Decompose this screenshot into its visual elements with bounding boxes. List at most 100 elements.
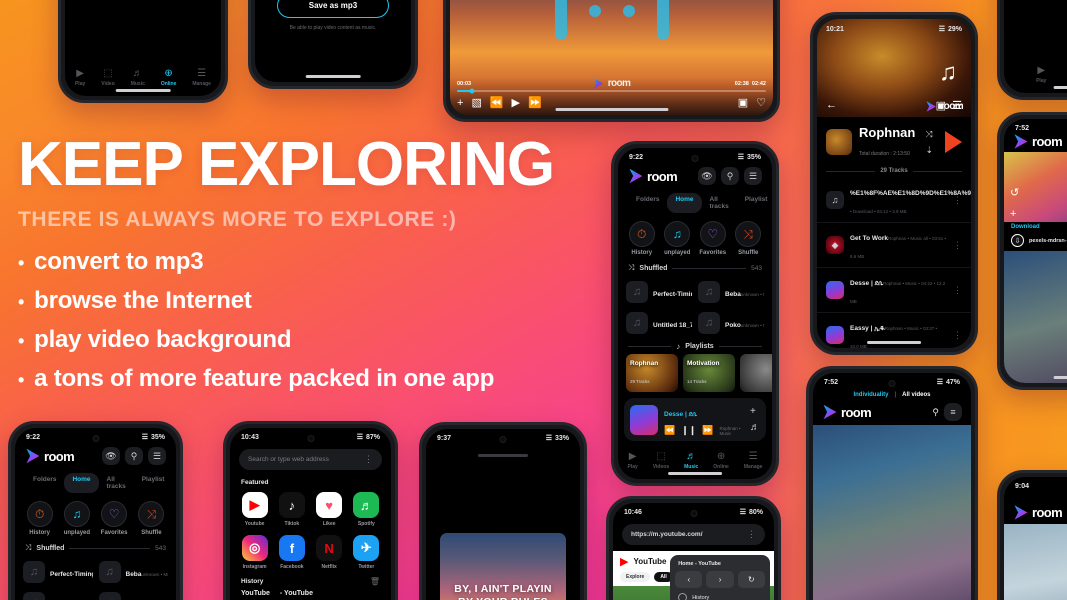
quick-action-history[interactable]: ⏱ History xyxy=(22,501,58,536)
refresh-icon[interactable]: ↺ xyxy=(1010,186,1019,199)
nav-item-manage[interactable]: ☰ Manage xyxy=(744,451,763,470)
nav-item-play[interactable]: ▶ Play xyxy=(1036,65,1046,84)
history-item[interactable]: - YouTube xyxy=(280,590,313,597)
track-row[interactable]: ♫ Bebaunknown • Music all xyxy=(98,558,168,586)
rewind-icon[interactable]: ⏪ xyxy=(490,96,504,109)
menu-icon[interactable]: ☰ xyxy=(744,167,762,185)
equalizer-icon[interactable]: ♬ xyxy=(750,422,760,433)
quick-action-unplayed[interactable]: ♫ unplayed xyxy=(59,501,95,536)
more-icon[interactable]: ⋮ xyxy=(953,195,962,206)
app-shortcut-youtube[interactable]: ▶ Youtube xyxy=(238,492,271,527)
menu-icon[interactable]: ☰ xyxy=(148,447,166,465)
url-input[interactable]: https://m.youtube.com/ xyxy=(631,531,703,538)
quick-action-favorites[interactable]: ♡ Favorites xyxy=(696,221,730,256)
more-icon[interactable]: ⋮ xyxy=(953,330,962,341)
quick-action-shuffle[interactable]: ⤨ Shuffle xyxy=(731,221,765,256)
play-button[interactable] xyxy=(945,131,962,153)
app-shortcut-facebook[interactable]: f Facebook xyxy=(275,535,308,570)
menu-item-history[interactable]: History xyxy=(675,588,765,600)
search-input[interactable]: Search or type web address xyxy=(248,456,329,463)
add-icon[interactable]: + xyxy=(457,97,463,109)
add-icon[interactable]: + xyxy=(750,406,760,417)
tab-all-tracks[interactable]: All tracks xyxy=(702,193,737,213)
quote-video-card[interactable]: BY, I AIN'T PLAYIN BY YOUR RULES xyxy=(440,533,566,600)
nav-item-videos[interactable]: ⬚ Videos xyxy=(653,451,669,470)
save-as-mp3-button[interactable]: Save as mp3 xyxy=(277,0,389,18)
quick-action-unplayed[interactable]: ♫ unplayed xyxy=(660,221,694,256)
eye-off-icon[interactable]: 👁 xyxy=(698,167,716,185)
back-icon[interactable]: ‹ xyxy=(675,571,703,588)
track-row[interactable]: ♫Perfect-Timing_EDGAR • S...unknown • Do… xyxy=(626,278,692,306)
app-shortcut-spotify[interactable]: ♬ Spotify xyxy=(350,492,383,527)
app-shortcut-instagram[interactable]: ◎ Instagram xyxy=(238,535,271,570)
next-icon[interactable]: ⏩ xyxy=(702,425,713,436)
tab-playlist[interactable]: Playlist xyxy=(737,193,772,213)
tab-playlist[interactable]: Playlist xyxy=(134,473,173,493)
video-thumbnail[interactable] xyxy=(813,425,971,600)
mini-player[interactable]: Desse | ደሴ ⏪ ❙❙ ⏩ Rophnan • Music + ♬ xyxy=(624,398,766,441)
search-icon[interactable]: ⚲ xyxy=(125,447,143,465)
track-row[interactable]: ♫Perfect-Timing_EDGAR • S...unknown • Do… xyxy=(23,558,93,586)
track-row[interactable]: ♫Pokounknown • Music all xyxy=(98,589,169,600)
pause-icon[interactable]: ❙❙ xyxy=(681,425,696,436)
search-bar[interactable]: Search or type web address ⋮ xyxy=(239,449,382,470)
pip-icon[interactable]: ▧ xyxy=(471,96,481,109)
nav-item-online[interactable]: ⊕ Online xyxy=(713,451,729,470)
download-row[interactable]: ⇩ pexels-mdrsn-produ... xyxy=(1004,230,1067,251)
app-shortcut-likee[interactable]: ♥ Likee xyxy=(313,492,346,527)
track-row[interactable]: ♫%E1%8F%AE%E1%8D%9D%E1%8A%93...unknown •… xyxy=(817,178,971,223)
more-icon[interactable]: ⋮ xyxy=(747,529,756,540)
tab-all-videos[interactable]: All videos xyxy=(902,392,930,398)
favorite-icon[interactable]: ♡ xyxy=(756,96,766,109)
search-icon[interactable]: ⚲ xyxy=(932,407,939,418)
forward-icon[interactable]: › xyxy=(706,571,734,588)
track-row[interactable]: ♫Pokounknown • Music all xyxy=(698,309,764,337)
search-icon[interactable]: ⚲ xyxy=(721,167,739,185)
tab-home[interactable]: Home xyxy=(667,193,702,213)
video-surface[interactable]: room 🔇 ◫ 00:03 02:38 02:42 + ▧ ⏪ xyxy=(450,0,773,115)
app-shortcut-twitter[interactable]: ✈ Twitter xyxy=(350,535,383,570)
track-row[interactable]: ◆ Get To WorkRophnan • Music all • 03:51 … xyxy=(817,223,971,268)
tab-all-tracks[interactable]: All tracks xyxy=(99,473,134,493)
nav-item-music[interactable]: ♬ Music xyxy=(684,451,698,470)
playlist-card[interactable]: Rophnan 29 Tracks xyxy=(626,354,678,392)
shuffle-icon[interactable]: ⤨ xyxy=(925,129,933,140)
track-row[interactable]: ♫Untitled 18_720punknown • Music all • 0… xyxy=(626,309,692,337)
delete-icon[interactable]: 🗑 xyxy=(370,577,380,586)
webview[interactable]: ▶ YouTube Explore All Home - YouTube ‹ ›… xyxy=(613,551,774,600)
nav-item-music[interactable]: ♬ Music xyxy=(131,68,145,87)
track-row[interactable]: ♫Untitled 18_720punknown • Music all • 0… xyxy=(23,589,93,600)
video-thumbnail[interactable] xyxy=(1004,524,1067,600)
nav-item-online[interactable]: ⊕ Online xyxy=(161,68,177,87)
seek-bar[interactable] xyxy=(457,88,766,94)
play-icon[interactable]: ▶ xyxy=(512,96,520,109)
forward-icon[interactable]: ⏩ xyxy=(528,96,542,109)
track-row[interactable]: Desse | ደሴRophnan • Music • 04:22 • 12.2… xyxy=(817,268,971,313)
media-thumbnail[interactable]: ↺ + xyxy=(1004,152,1067,222)
more-icon[interactable]: ⋮ xyxy=(364,454,373,465)
screenshot-icon[interactable]: ▣ xyxy=(738,96,748,109)
app-shortcut-netflix[interactable]: N Netflix xyxy=(313,535,346,570)
previous-icon[interactable]: ⏪ xyxy=(664,425,675,436)
back-icon[interactable]: ← xyxy=(826,99,837,112)
nav-item-play[interactable]: ▶ Play xyxy=(628,451,638,470)
playlist-card[interactable]: Motivation 14 Tracks xyxy=(683,354,735,392)
history-item[interactable]: YouTube xyxy=(241,590,270,597)
tab-folders[interactable]: Folders xyxy=(25,473,64,493)
track-row[interactable]: ♫ Bebaunknown • Music all xyxy=(698,278,764,306)
tab-home[interactable]: Home xyxy=(64,473,99,493)
tab-individuality[interactable]: Individuality xyxy=(853,392,888,398)
filter-icon[interactable]: ≡ xyxy=(944,403,962,421)
more-icon[interactable]: ⋮ xyxy=(953,285,962,296)
quick-action-shuffle[interactable]: ⤨ Shuffle xyxy=(134,501,170,536)
nav-item-video[interactable]: ⬚ Video xyxy=(101,68,115,87)
tab-folders[interactable]: Folders xyxy=(628,193,667,213)
url-bar[interactable]: https://m.youtube.com/ ⋮ xyxy=(622,524,765,545)
chip-explore[interactable]: Explore xyxy=(620,572,651,582)
quick-action-history[interactable]: ⏱ History xyxy=(625,221,659,256)
app-shortcut-tiktok[interactable]: ♪ Tiktok xyxy=(275,492,308,527)
nav-item-manage[interactable]: ☰ Manage xyxy=(192,68,211,87)
add-icon[interactable]: + xyxy=(1010,208,1019,220)
nav-item-play[interactable]: ▶ Play xyxy=(75,68,85,87)
more-icon[interactable]: ⋮ xyxy=(953,240,962,251)
